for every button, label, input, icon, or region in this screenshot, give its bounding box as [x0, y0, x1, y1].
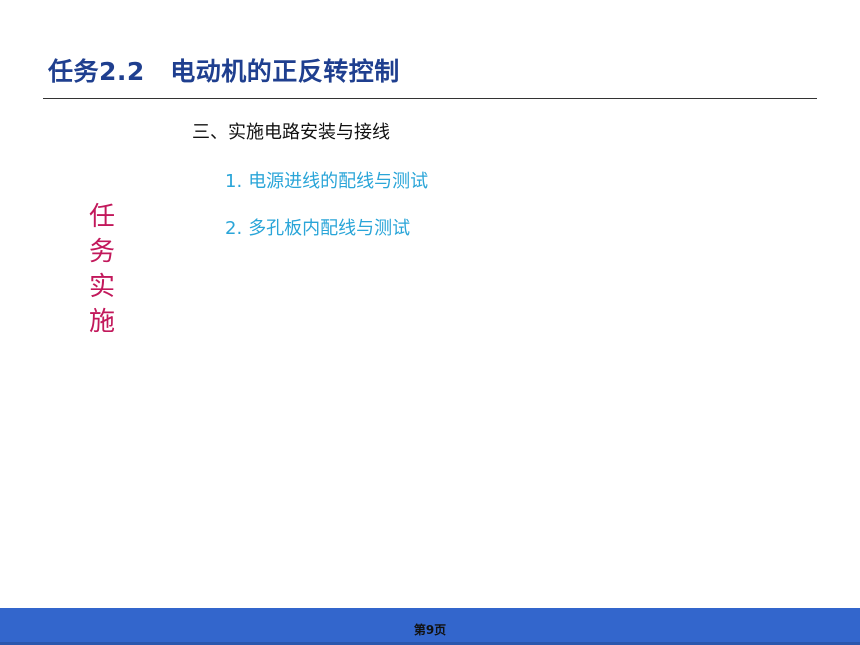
list-item-text: 电源进线的配线与测试	[248, 171, 429, 192]
list-item: 1. 电源进线的配线与测试	[225, 167, 428, 193]
side-label-char: 任	[88, 202, 115, 232]
list-item-number: 1.	[225, 171, 243, 192]
side-label-char: 施	[88, 307, 115, 337]
list-item: 2. 多孔板内配线与测试	[225, 214, 410, 240]
side-label-char: 务	[88, 237, 115, 267]
slide-title: 任务2.2 电动机的正反转控制	[48, 57, 400, 86]
side-label: 任 务 实 施	[86, 200, 118, 340]
list-item-text: 多孔板内配线与测试	[248, 218, 411, 239]
page-number: 第9页	[413, 623, 447, 637]
section-heading: 三、实施电路安装与接线	[192, 122, 390, 143]
side-label-char: 实	[88, 272, 115, 302]
list-item-number: 2.	[225, 218, 243, 239]
title-divider	[43, 98, 817, 99]
